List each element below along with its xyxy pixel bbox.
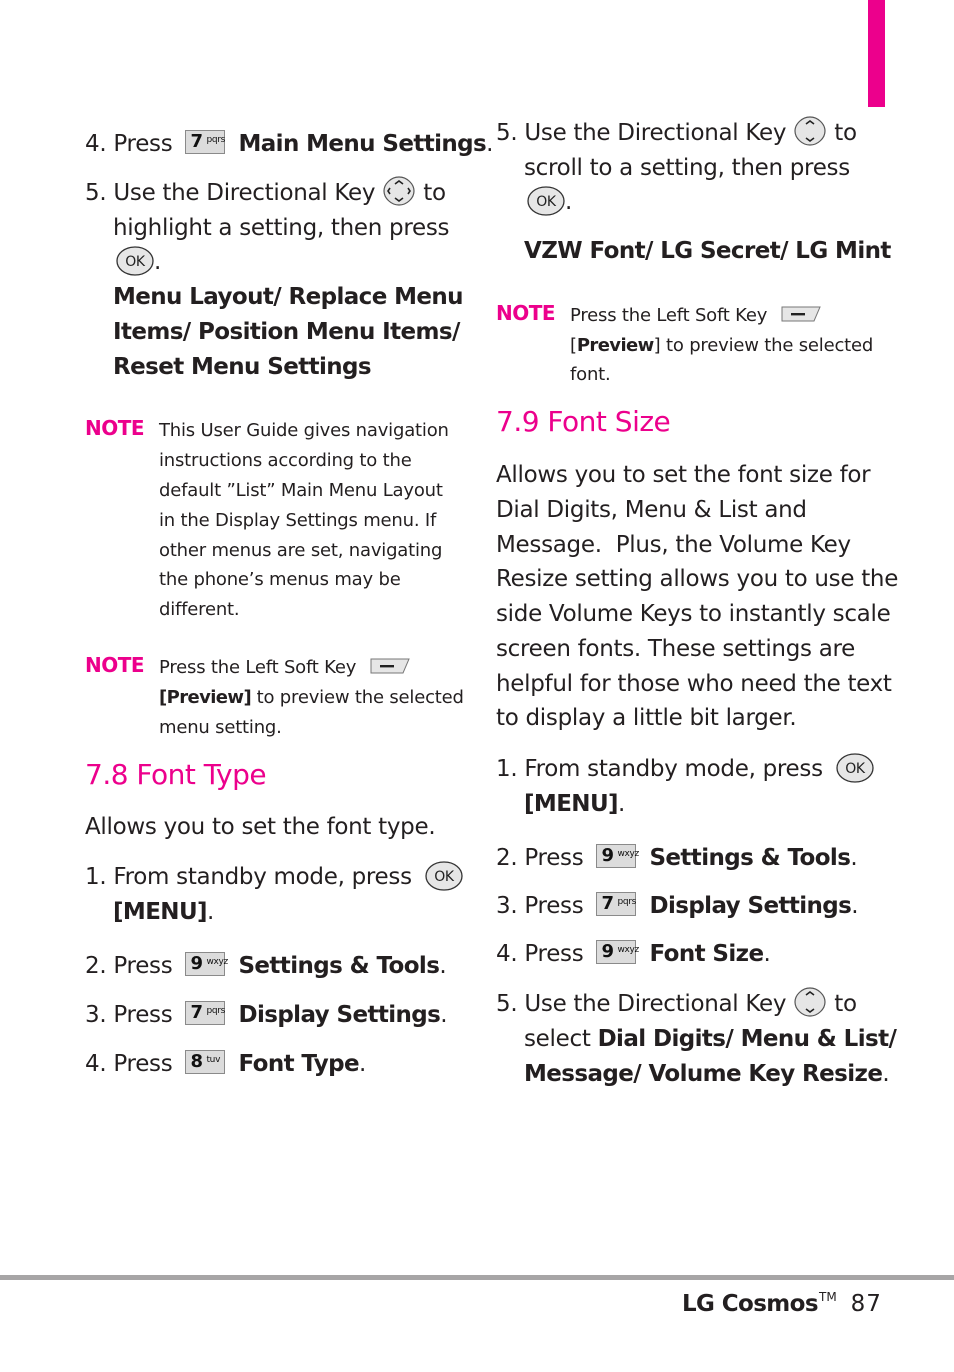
svg-text:OK: OK (125, 254, 146, 270)
left-ft-step-1-line2: [MENU]. (113, 899, 214, 925)
note-line: instructions according to the (159, 450, 412, 471)
right-fs-step: 2. Press 9 wxyz Settings & Tools. (496, 843, 858, 871)
footer-rule (0, 1275, 954, 1280)
keypad-9-icon: 9 wxyz (185, 951, 228, 976)
keypad-7-icon: 7 pqrs (185, 129, 226, 154)
section-intro: Allows you to set the font type. (85, 814, 436, 840)
right-step-5-line1: 5. Use the Directional Key to (496, 115, 857, 151)
note-line: font. (570, 364, 611, 385)
note-line: [Preview] to preview the selected (159, 687, 464, 708)
page-number: 87 (850, 1291, 882, 1317)
right-fs-step: 3. Press 7 pqrs Display Settings. (496, 891, 859, 919)
section-heading-font-size: 7.9 Font Size (496, 405, 671, 438)
keypad-7-icon: 7 pqrs (596, 891, 637, 916)
right-fs-step-5-line1: 5. Use the Directional Key to (496, 986, 857, 1022)
left-step-5-line3: OK . (116, 245, 161, 280)
step-prefix: Press (113, 131, 173, 157)
intro-line: to display a little bit larger. (496, 705, 797, 731)
left-step-5-option-line: Reset Menu Settings (113, 354, 372, 380)
left-step-5-line1: 5. Use the Directional Key to (85, 175, 446, 211)
note-line: different. (159, 599, 240, 620)
ok-key-icon: OK (836, 752, 874, 783)
keypad-7-icon: 7 pqrs (185, 1000, 226, 1025)
left-step-5-option-line: Items/ Position Menu Items/ (113, 319, 460, 345)
note-line: [Preview] to preview the selected (570, 335, 874, 356)
directional-key-4way-icon (383, 175, 415, 206)
trademark: TM (818, 1290, 837, 1304)
ok-key-icon: OK (425, 860, 463, 891)
step-target: Main Menu Settings (238, 131, 487, 157)
right-fs-step-1-line1: 1. From standby mode, press OK (496, 752, 874, 787)
note-label: NOTE (85, 653, 145, 677)
left-ft-step: 4. Press 8 tuv Font Type. (85, 1049, 367, 1077)
right-step-5-options: VZW Font/ LG Secret/ LG Mint (524, 238, 891, 264)
note-label: NOTE (85, 416, 145, 440)
note-line: default ”List” Main Menu Layout (159, 480, 443, 501)
left-step-5-line2: highlight a setting, then press (113, 215, 450, 241)
section-heading-font-type: 7.8 Font Type (85, 758, 267, 791)
ok-key-icon: OK (116, 245, 154, 276)
left-step-4: 4. Press 7 pqrs Main Menu Settings. (85, 129, 494, 157)
step-number: 4. (85, 131, 107, 157)
left-ft-step: 3. Press 7 pqrs Display Settings. (85, 1000, 448, 1028)
right-fs-step-1-line2: [MENU]. (524, 791, 625, 817)
intro-line: Dial Digits, Menu & List and (496, 497, 807, 523)
intro-line: Message. Plus, the Volume Key (496, 532, 851, 558)
left-ft-step-1-line1: 1. From standby mode, press OK (85, 860, 463, 895)
left-step-5-option-line: Menu Layout/ Replace Menu (113, 284, 464, 310)
note-line: other menus are set, navigating (159, 540, 443, 561)
intro-line: Resize setting allows you to use the (496, 566, 899, 592)
note-line: This User Guide gives navigation (159, 420, 449, 441)
note-line: Press the Left Soft Key (159, 653, 410, 683)
brand-name: LG Cosmos (682, 1291, 819, 1317)
intro-line: helpful for those who need the text (496, 671, 892, 697)
intro-line: screen fonts. These settings are (496, 636, 855, 662)
svg-text:OK: OK (845, 761, 866, 777)
keypad-9-icon: 9 wxyz (596, 843, 639, 868)
ok-key-icon: OK (527, 185, 565, 216)
right-step-5-line3: OK . (527, 185, 572, 220)
note-line: menu setting. (159, 717, 282, 738)
left-soft-key-icon (781, 306, 821, 322)
right-fs-step-5-line2: select Dial Digits/ Menu & List/ (524, 1026, 897, 1052)
keypad-8-icon: 8 tuv (185, 1049, 226, 1074)
left-soft-key-icon (370, 658, 410, 674)
note-line: the phone’s menus may be (159, 569, 401, 590)
intro-line: side Volume Keys to instantly scale (496, 601, 891, 627)
svg-text:OK: OK (536, 194, 557, 210)
note-label: NOTE (496, 301, 556, 325)
right-step-5-line2: scroll to a setting, then press (524, 155, 850, 181)
right-fs-step-5-line3: Message/ Volume Key Resize. (524, 1061, 890, 1087)
chapter-tab-marker (868, 0, 885, 107)
intro-line: Allows you to set the font size for (496, 462, 871, 488)
right-fs-step: 4. Press 9 wxyz Font Size. (496, 939, 771, 967)
directional-key-updown-icon (794, 986, 826, 1017)
keypad-9-icon: 9 wxyz (596, 939, 639, 964)
svg-text:OK: OK (434, 869, 455, 885)
note-line: in the Display Settings menu. If (159, 510, 437, 531)
note-line: Press the Left Soft Key (570, 301, 821, 331)
directional-key-updown-icon (794, 115, 826, 146)
left-ft-step: 2. Press 9 wxyz Settings & Tools. (85, 951, 447, 979)
page-footer: LG CosmosTM 87 (682, 1290, 882, 1317)
